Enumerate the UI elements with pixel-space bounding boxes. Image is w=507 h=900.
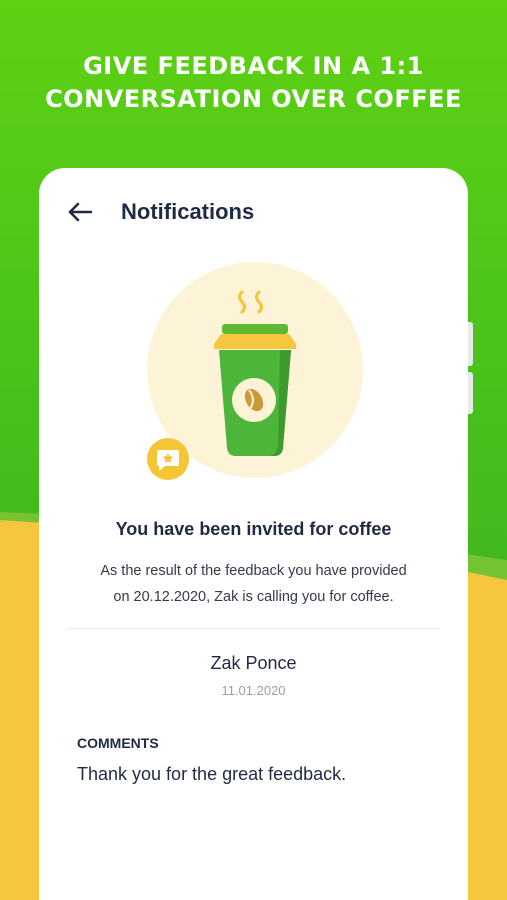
notification-description-line2: on 20.12.2020, Zak is calling you for co… — [113, 589, 394, 605]
notification-description-line1: As the result of the feedback you have p… — [100, 563, 407, 579]
page-title: Notifications — [121, 199, 255, 224]
comments-label: COMMENTS — [77, 735, 159, 751]
divider — [67, 628, 439, 629]
coffee-illustration — [139, 262, 379, 492]
promo-headline: GIVE FEEDBACK IN A 1:1 CONVERSATION OVER… — [0, 50, 507, 116]
sender-name: Zak Ponce — [210, 653, 297, 673]
comments-text: Thank you for the great feedback. — [77, 764, 347, 784]
coffee-cup-icon — [214, 324, 296, 456]
sender-date: 11.01.2020 — [221, 683, 286, 698]
notification-title: You have been invited for coffee — [115, 519, 392, 539]
promo-headline-line2: CONVERSATION OVER COFFEE — [45, 85, 462, 113]
arrow-left-icon[interactable] — [67, 202, 93, 222]
promo-headline-line1: GIVE FEEDBACK IN A 1:1 — [83, 52, 424, 80]
notification-card: Notifications You have been invited for … — [39, 168, 468, 900]
feedback-star-icon — [147, 438, 189, 480]
notification-description: As the result of the feedback you have p… — [69, 558, 438, 610]
